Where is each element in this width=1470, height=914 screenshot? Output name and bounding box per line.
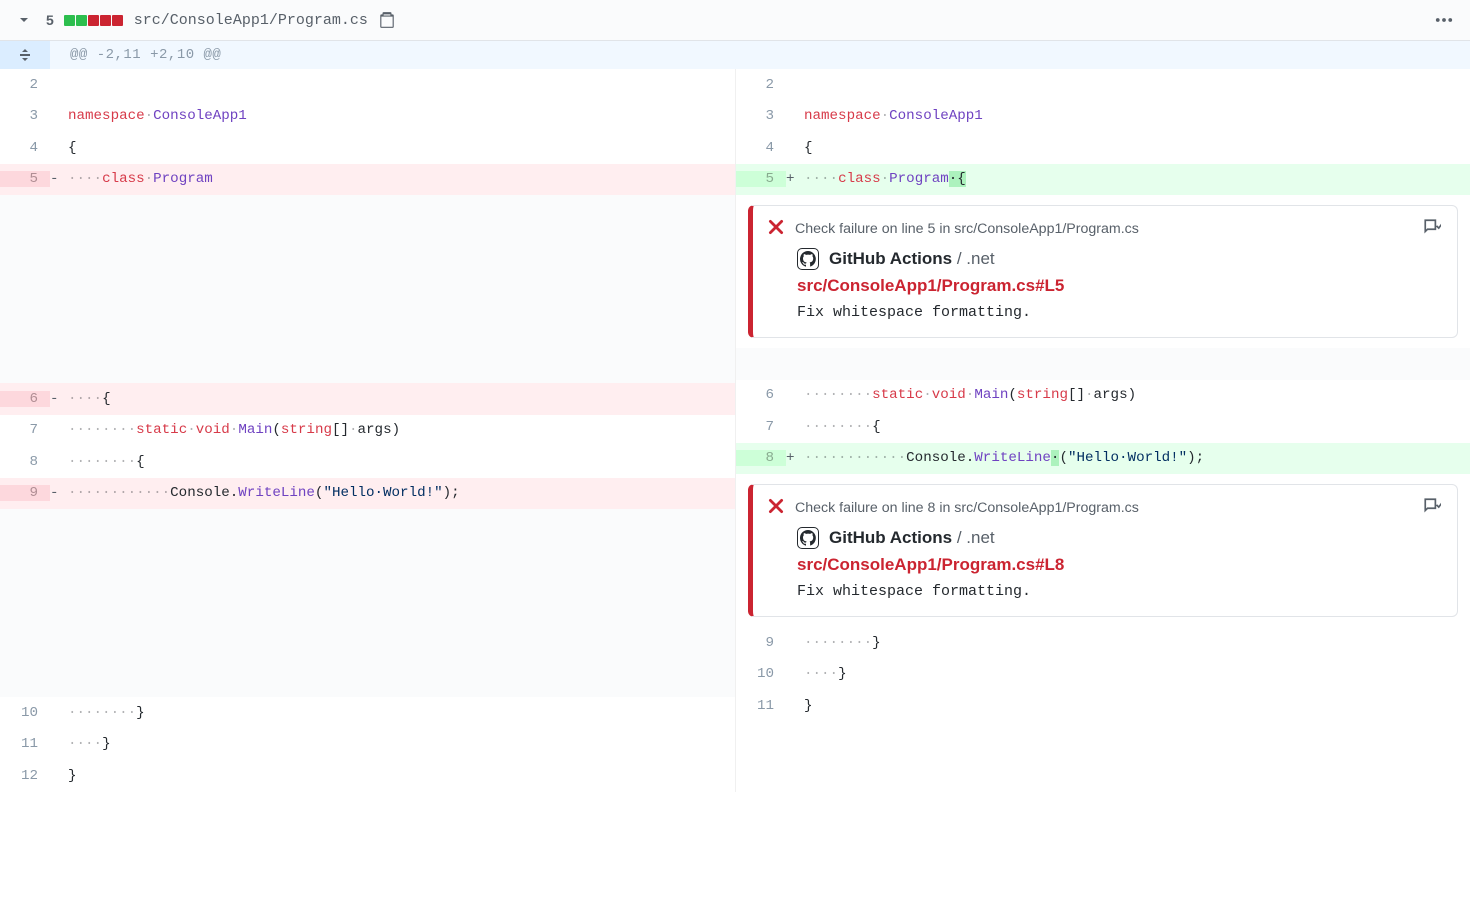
line-number[interactable]: 9 [736, 635, 786, 651]
line-number[interactable]: 12 [0, 768, 50, 784]
annotation-source: GitHub Actions [829, 249, 952, 268]
x-failure-icon [767, 497, 785, 519]
code-line-deletion[interactable]: 5 - ····class·Program [0, 164, 735, 196]
annotation-link[interactable]: src/ConsoleApp1/Program.cs#L5 [797, 276, 1441, 296]
line-number[interactable]: 11 [0, 736, 50, 752]
code-line-addition[interactable]: 8 + ············Console.WriteLine·("Hell… [736, 443, 1470, 475]
expand-hunk-icon[interactable] [0, 41, 50, 69]
change-box-del [88, 15, 99, 26]
code-line[interactable]: 2 [0, 69, 735, 101]
change-box-add [64, 15, 75, 26]
code-line[interactable]: 12 } [0, 760, 735, 792]
clipboard-icon[interactable] [378, 11, 396, 29]
hunk-header: @@ -2,11 +2,10 @@ [0, 41, 1470, 69]
change-box-del [100, 15, 111, 26]
change-box-del [112, 15, 123, 26]
diff-right: 2 3 namespace·ConsoleApp1 4 { 5 + ····cl… [735, 69, 1470, 792]
resolve-annotation-icon[interactable] [1423, 497, 1441, 519]
kebab-menu-icon[interactable] [1434, 10, 1454, 30]
line-number[interactable]: 3 [736, 108, 786, 124]
code-line[interactable]: 11 ····} [0, 729, 735, 761]
change-count: 5 [46, 12, 54, 28]
annotation-context: / .net [952, 249, 995, 268]
x-failure-icon [767, 218, 785, 240]
annotation-title: Check failure on line 5 in src/ConsoleAp… [795, 221, 1139, 237]
code-line[interactable]: 10 ····} [736, 659, 1470, 691]
line-number[interactable]: 8 [736, 450, 786, 466]
code-line[interactable]: 3 namespace·ConsoleApp1 [736, 101, 1470, 133]
code-line-deletion[interactable]: 6 - ····{ [0, 383, 735, 415]
empty-line [736, 348, 1470, 380]
code-line[interactable]: 8 ········{ [0, 446, 735, 478]
annotation-link[interactable]: src/ConsoleApp1/Program.cs#L8 [797, 555, 1441, 575]
file-path[interactable]: src/ConsoleApp1/Program.cs [134, 12, 368, 29]
line-number[interactable]: 2 [0, 77, 50, 93]
line-number[interactable]: 7 [736, 419, 786, 435]
code-line[interactable]: 9 ········} [736, 627, 1470, 659]
line-number[interactable]: 2 [736, 77, 786, 93]
resolve-annotation-icon[interactable] [1423, 218, 1441, 240]
change-bar [64, 15, 124, 26]
annotation-placeholder [0, 195, 735, 383]
line-number[interactable]: 10 [0, 705, 50, 721]
annotation-message: Fix whitespace formatting. [797, 583, 1441, 600]
github-logo-icon [797, 248, 819, 270]
hunk-range: @@ -2,11 +2,10 @@ [50, 41, 231, 69]
line-number[interactable]: 5 [0, 171, 50, 187]
line-number[interactable]: 3 [0, 108, 50, 124]
code-line[interactable]: 6 ········static·void·Main(string[]·args… [736, 380, 1470, 412]
code-line[interactable]: 4 { [736, 132, 1470, 164]
code-line-addition[interactable]: 5 + ····class·Program·{ [736, 164, 1470, 196]
line-number[interactable]: 4 [736, 140, 786, 156]
line-number[interactable]: 6 [736, 387, 786, 403]
line-number[interactable]: 6 [0, 391, 50, 407]
diff-left: 2 3 namespace·ConsoleApp1 4 { 5 - ····cl… [0, 69, 735, 792]
line-number[interactable]: 10 [736, 666, 786, 682]
code-line[interactable]: 11 } [736, 690, 1470, 722]
annotation-placeholder [0, 509, 735, 697]
code-line-deletion[interactable]: 9 - ············Console.WriteLine("Hello… [0, 478, 735, 510]
github-logo-icon [797, 527, 819, 549]
annotation-context: / .net [952, 528, 995, 547]
collapse-chevron-icon[interactable] [16, 12, 32, 28]
line-number[interactable]: 5 [736, 171, 786, 187]
code-line[interactable]: 7 ········{ [736, 411, 1470, 443]
diff-grid: 2 3 namespace·ConsoleApp1 4 { 5 - ····cl… [0, 69, 1470, 792]
line-number[interactable]: 8 [0, 454, 50, 470]
code-line[interactable]: 10 ········} [0, 697, 735, 729]
line-number[interactable]: 9 [0, 485, 50, 501]
code-line[interactable]: 3 namespace·ConsoleApp1 [0, 101, 735, 133]
code-line[interactable]: 7 ········static·void·Main(string[]·args… [0, 415, 735, 447]
file-header: 5 src/ConsoleApp1/Program.cs [0, 0, 1470, 41]
annotation-source: GitHub Actions [829, 528, 952, 547]
check-annotation: Check failure on line 5 in src/ConsoleAp… [736, 195, 1470, 348]
annotation-title: Check failure on line 8 in src/ConsoleAp… [795, 500, 1139, 516]
line-number[interactable]: 4 [0, 140, 50, 156]
code-line[interactable]: 2 [736, 69, 1470, 101]
check-annotation: Check failure on line 8 in src/ConsoleAp… [736, 474, 1470, 627]
annotation-message: Fix whitespace formatting. [797, 304, 1441, 321]
code-line[interactable]: 4 { [0, 132, 735, 164]
line-number[interactable]: 11 [736, 698, 786, 714]
line-number[interactable]: 7 [0, 422, 50, 438]
change-box-add [76, 15, 87, 26]
